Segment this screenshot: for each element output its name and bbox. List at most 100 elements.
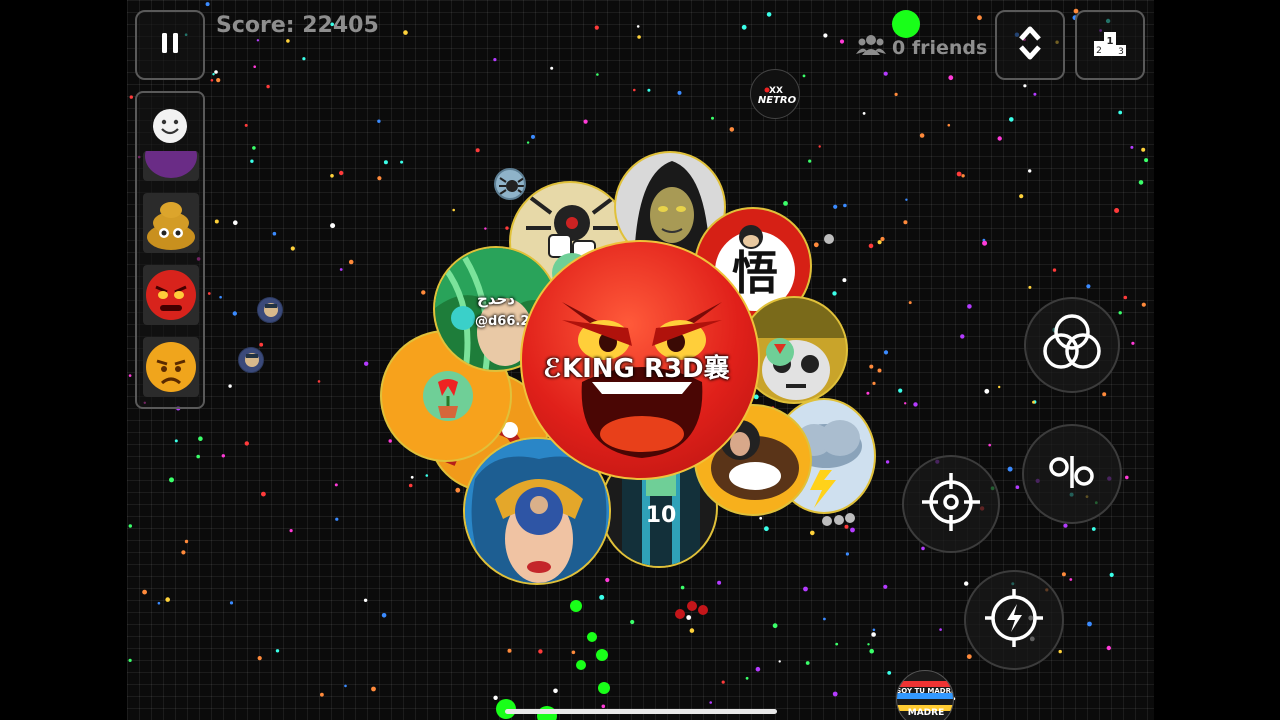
food-pellet <box>908 301 912 305</box>
food-pellet <box>128 374 132 377</box>
food-pellet <box>823 33 828 38</box>
target-button[interactable] <box>902 455 1000 553</box>
food-pellet <box>583 119 588 124</box>
food-pellet <box>783 201 788 206</box>
food-pellet <box>290 246 295 251</box>
food-pellet <box>388 439 392 443</box>
player-cell-madre: SOY TU MADRE MADRE <box>896 670 954 720</box>
frown-emoji-icon <box>146 342 196 392</box>
emoji-option[interactable] <box>143 193 199 253</box>
food-pellet <box>493 58 497 62</box>
food-pellet <box>868 243 874 249</box>
food-pellet <box>221 454 225 458</box>
food-pellet <box>883 350 889 355</box>
food-pellet <box>913 402 918 407</box>
food-pellet <box>339 268 343 271</box>
food-pellet <box>919 133 925 138</box>
food-pellet <box>256 39 260 42</box>
svg-text:1: 1 <box>1107 36 1114 47</box>
food-pellet <box>128 658 132 663</box>
svg-text:3: 3 <box>1118 47 1124 57</box>
food-pellet <box>1033 92 1037 96</box>
angry-emoji-icon <box>146 270 196 320</box>
food-pellet <box>599 594 605 600</box>
food-pellet <box>778 660 781 663</box>
food-pellet <box>947 123 951 127</box>
emoji-panel <box>135 91 205 409</box>
food-pellet <box>1138 180 1144 185</box>
ejected-mass <box>570 600 582 612</box>
food-pellet <box>997 136 1002 141</box>
food-pellet <box>364 361 369 366</box>
expand-button[interactable] <box>995 10 1065 80</box>
food-pellet <box>711 116 714 120</box>
food-pellet <box>967 304 972 309</box>
food-pellet <box>475 148 480 153</box>
food-pellet <box>1019 194 1024 199</box>
madre-label: SOY TU MADRE <box>897 687 954 695</box>
food-pellet <box>802 74 806 78</box>
food-pellet <box>210 79 214 82</box>
split-button[interactable] <box>1024 297 1120 393</box>
food-pellet <box>921 546 925 551</box>
food-pellet <box>250 159 254 163</box>
feed-button[interactable] <box>1022 424 1122 524</box>
food-pellet <box>505 226 509 230</box>
food-pellet <box>403 30 408 35</box>
food-pellet <box>289 529 293 533</box>
food-pellet <box>956 171 962 177</box>
emoji-option[interactable] <box>143 337 199 397</box>
food-pellet <box>832 291 837 296</box>
food-pellet <box>129 95 133 99</box>
food-pellet <box>843 203 847 208</box>
feed-icon <box>1040 440 1104 508</box>
arabic-player-tag: @d66.2 <box>475 314 530 329</box>
food-pellet <box>982 240 988 246</box>
food-pellet <box>531 134 535 139</box>
leaderboard-button[interactable]: 12 3 <box>1075 10 1145 80</box>
food-pellet <box>1028 285 1032 289</box>
food-pellet <box>866 391 870 395</box>
emoji-option[interactable] <box>143 265 199 325</box>
main-player-name: KING R3D襄 <box>561 354 730 384</box>
food-pellet <box>637 35 641 39</box>
boost-button[interactable] <box>964 570 1064 670</box>
food-pellet <box>759 516 763 520</box>
food-pellet <box>363 598 368 602</box>
friends-counter[interactable]: 0 friends <box>856 34 987 61</box>
food-pellet <box>207 292 211 295</box>
food-pellet <box>181 550 186 555</box>
food-pellet <box>717 580 722 585</box>
emoji-option[interactable] <box>143 151 199 181</box>
food-pellet <box>1061 572 1066 577</box>
food-pellet <box>484 227 487 230</box>
friends-icon <box>856 34 886 61</box>
food-pellet <box>960 334 965 339</box>
food-pellet <box>1086 284 1091 289</box>
food-pellet <box>1130 145 1134 149</box>
food-pellet <box>142 589 147 595</box>
home-indicator[interactable] <box>505 709 777 714</box>
food-pellet <box>872 628 876 632</box>
food-pellet <box>1141 147 1146 152</box>
food-pellet <box>214 70 218 74</box>
food-pellet <box>898 388 903 393</box>
food-pellet <box>1023 84 1027 88</box>
food-pellet <box>966 654 972 659</box>
food-pellet <box>647 88 651 92</box>
food-pellet <box>1091 527 1096 531</box>
food-pellet <box>877 368 882 373</box>
food-pellet <box>755 666 761 672</box>
ejected-mass <box>687 601 697 611</box>
food-pellet <box>335 517 339 521</box>
food-pellet <box>266 84 270 89</box>
emoji-button[interactable] <box>151 107 189 149</box>
ejected-mass <box>845 513 855 523</box>
food-pellet <box>630 619 635 625</box>
food-pellet <box>961 174 965 178</box>
food-pellet <box>196 454 200 459</box>
food-pellet <box>174 439 178 443</box>
food-pellet <box>425 474 429 477</box>
pause-button[interactable] <box>135 10 205 80</box>
food-pellet <box>1069 578 1073 581</box>
